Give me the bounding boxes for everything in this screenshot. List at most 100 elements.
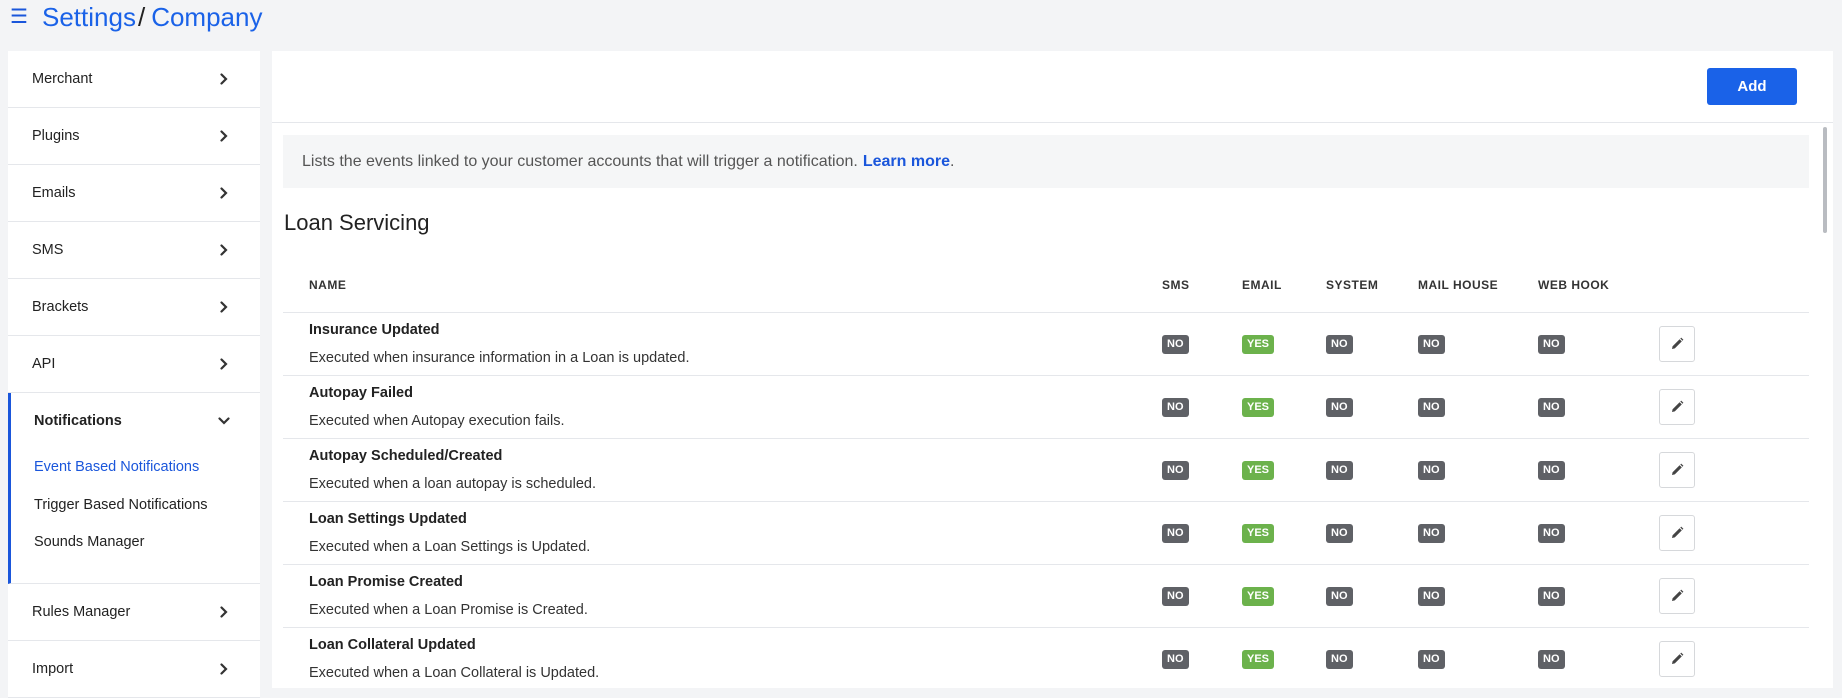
actions-cell [1654,578,1809,614]
system-status-badge: NO [1326,335,1353,354]
sidebar-subitem-trigger-based-notifications[interactable]: Trigger Based Notifications [11,487,260,525]
row-name-cell: Autopay Failed Executed when Autopay exec… [283,385,1162,429]
table-row: Loan Promise Created Executed when a Loan… [283,565,1809,628]
web-hook-cell: NO [1538,334,1654,354]
table-header: NAME SMS EMAIL SYSTEM MAIL HOUSE WEB HOO… [283,258,1809,313]
system-cell: NO [1326,649,1418,669]
sms-status-badge: NO [1162,524,1189,543]
web-hook-cell: NO [1538,523,1654,543]
pencil-icon [1670,400,1684,414]
mail-house-cell: NO [1418,649,1538,669]
web-hook-status-badge: NO [1538,461,1565,480]
pencil-icon [1670,337,1684,351]
web-hook-status-badge: NO [1538,398,1565,417]
sidebar-item-label: Notifications [34,413,122,429]
row-name-cell: Loan Promise Created Executed when a Loan… [283,574,1162,618]
learn-more-link[interactable]: Learn more [863,153,950,171]
email-cell: YES [1242,460,1326,480]
edit-button[interactable] [1659,326,1695,362]
sidebar-item-sms[interactable]: SMS [8,222,260,279]
edit-button[interactable] [1659,515,1695,551]
breadcrumb-separator: / [137,1,146,32]
breadcrumb-company[interactable]: Company [151,2,262,33]
sidebar-item-label: Merchant [32,71,93,87]
sidebar-subitem-event-based-notifications[interactable]: Event Based Notifications [11,449,260,487]
email-status-badge: YES [1242,335,1275,354]
sidebar-item-label: Emails [32,185,76,201]
pencil-icon [1670,589,1684,603]
system-status-badge: NO [1326,587,1353,606]
mail-house-status-badge: NO [1418,650,1445,669]
edit-button[interactable] [1659,389,1695,425]
info-period: . [949,152,955,170]
email-cell: YES [1242,586,1326,606]
edit-button[interactable] [1659,641,1695,677]
sidebar-item-plugins[interactable]: Plugins [8,108,260,165]
row-name-cell: Autopay Scheduled/Created Executed when a… [283,448,1162,492]
sidebar-item-rules-manager[interactable]: Rules Manager [8,584,260,641]
hamburger-icon[interactable]: ☰ [10,7,30,27]
system-status-badge: NO [1326,461,1353,480]
system-cell: NO [1326,523,1418,543]
column-header-web-hook: WEB HOOK [1538,278,1610,292]
table-row: Autopay Scheduled/Created Executed when a… [283,439,1809,502]
row-title: Autopay Failed [309,385,413,401]
chevron-right-icon [214,602,234,622]
email-cell: YES [1242,523,1326,543]
web-hook-cell: NO [1538,397,1654,417]
sidebar-item-notifications[interactable]: Notifications [11,393,260,449]
table-row: Loan Collateral Updated Executed when a L… [283,628,1809,688]
row-description: Executed when a Loan Settings is Updated… [309,539,591,555]
actions-cell [1654,389,1809,425]
table-row: Autopay Failed Executed when Autopay exec… [283,376,1809,439]
web-hook-cell: NO [1538,460,1654,480]
table-row: Insurance Updated Executed when insurance… [283,313,1809,376]
pencil-icon [1670,526,1684,540]
notifications-table: NAME SMS EMAIL SYSTEM MAIL HOUSE WEB HOO… [283,258,1809,688]
edit-button[interactable] [1659,452,1695,488]
add-button[interactable]: Add [1707,68,1797,105]
column-header-email: EMAIL [1242,278,1282,292]
row-name-cell: Insurance Updated Executed when insurance… [283,322,1162,366]
row-description: Executed when Autopay execution fails. [309,413,565,429]
sidebar-item-label: API [32,356,56,372]
section-title: Loan Servicing [284,210,430,235]
mail-house-cell: NO [1418,460,1538,480]
actions-cell [1654,452,1809,488]
sms-cell: NO [1162,649,1242,669]
email-cell: YES [1242,397,1326,417]
row-description: Executed when insurance information in a… [309,350,690,366]
sidebar-item-import[interactable]: Import [8,641,260,698]
main-panel: Add Lists the events linked to your cust… [272,51,1833,688]
sms-status-badge: NO [1162,650,1189,669]
row-name-cell: Loan Settings Updated Executed when a Loa… [283,511,1162,555]
actions-cell [1654,326,1809,362]
email-status-badge: YES [1242,587,1275,606]
sidebar-item-emails[interactable]: Emails [8,165,260,222]
sidebar-item-api[interactable]: API [8,336,260,393]
column-header-sms: SMS [1162,278,1190,292]
system-status-badge: NO [1326,524,1353,543]
actions-cell [1654,515,1809,551]
chevron-down-icon [214,411,234,431]
scrollbar-thumb[interactable] [1823,127,1827,233]
sms-status-badge: NO [1162,335,1189,354]
mail-house-cell: NO [1418,334,1538,354]
edit-button[interactable] [1659,578,1695,614]
actions-cell [1654,641,1809,677]
email-status-badge: YES [1242,524,1275,543]
mail-house-cell: NO [1418,397,1538,417]
sidebar-item-merchant[interactable]: Merchant [8,51,260,108]
sidebar-item-label: Rules Manager [32,603,131,620]
sidebar-item-brackets[interactable]: Brackets [8,279,260,336]
chevron-right-icon [214,183,234,203]
chevron-right-icon [214,69,234,89]
breadcrumb-settings[interactable]: Settings [42,2,136,33]
row-description: Executed when a Loan Promise is Created. [309,602,588,618]
sms-status-badge: NO [1162,587,1189,606]
row-description: Executed when a loan autopay is schedule… [309,476,596,492]
system-cell: NO [1326,460,1418,480]
email-cell: YES [1242,334,1326,354]
sidebar-subitem-sounds-manager[interactable]: Sounds Manager [11,524,260,562]
sidebar-group-notifications: Notifications Event Based Notifications T… [8,393,260,584]
